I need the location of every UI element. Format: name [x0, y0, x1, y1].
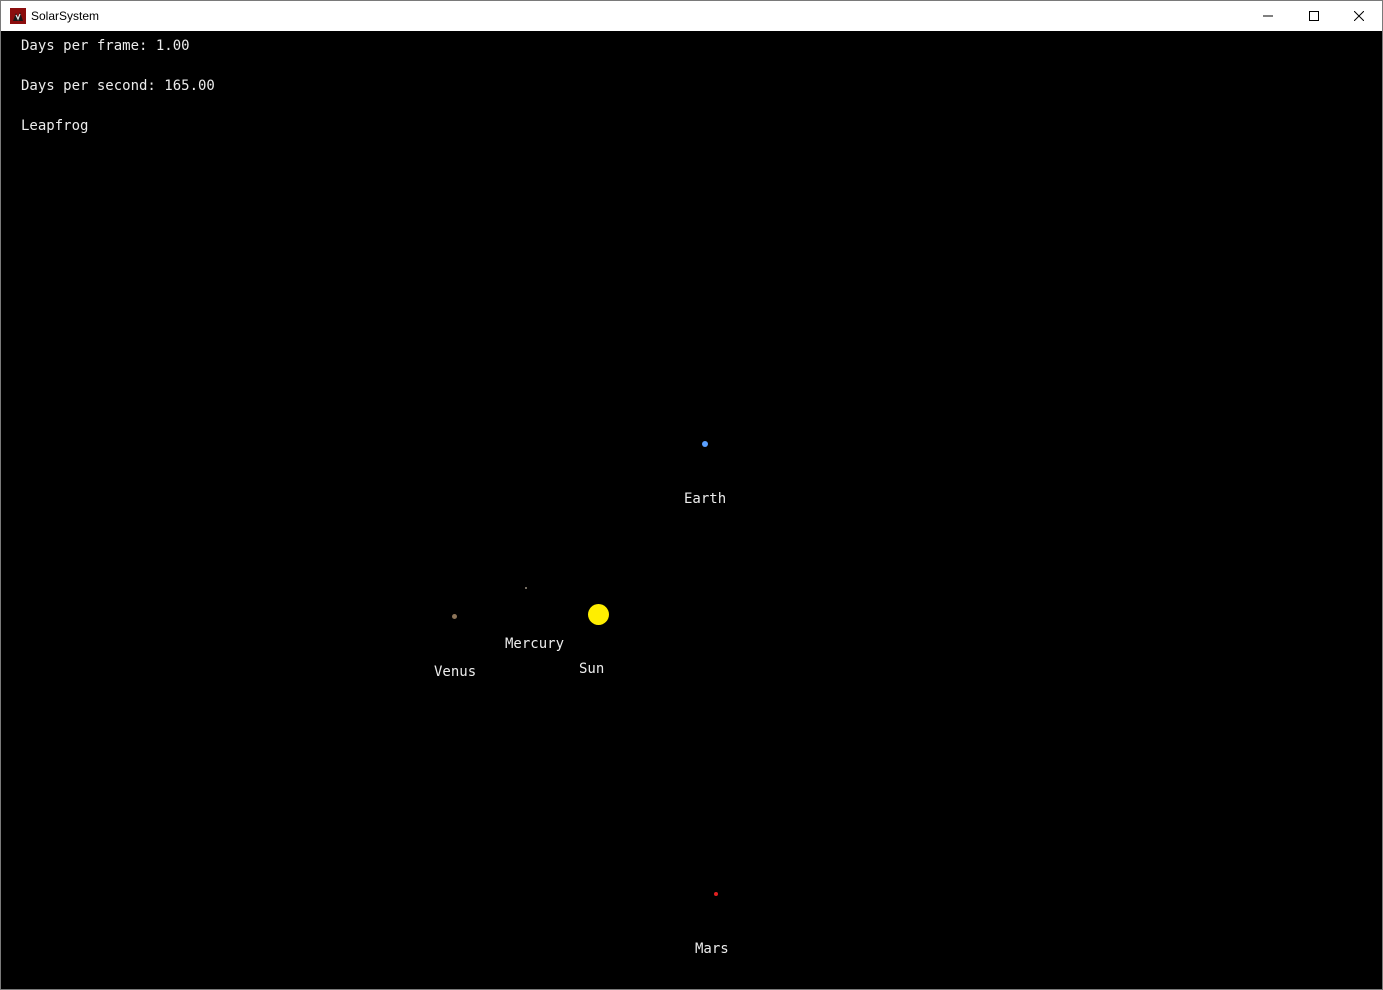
- title-bar[interactable]: SolarSystem: [1, 1, 1382, 31]
- mercury-dot: [525, 587, 527, 589]
- integrator-name: Leapfrog: [21, 118, 89, 134]
- mars-label: Mars: [695, 941, 729, 957]
- minimize-icon: [1263, 15, 1273, 17]
- venus-dot: [452, 614, 457, 619]
- maximize-icon: [1309, 11, 1319, 21]
- app-icon: [10, 8, 26, 24]
- simulation-canvas[interactable]: Days per frame: 1.00 Days per second: 16…: [1, 31, 1382, 989]
- minimize-button[interactable]: [1245, 1, 1291, 31]
- app-window: SolarSystem Days per frame: 1.00 Days pe…: [0, 0, 1383, 990]
- earth-dot: [702, 441, 708, 447]
- mercury-label: Mercury: [505, 636, 565, 652]
- close-icon: [1354, 11, 1364, 21]
- days-per-second-readout: Days per second: 165.00: [21, 78, 215, 94]
- sun-dot: [588, 604, 609, 625]
- venus-label: Venus: [434, 664, 477, 680]
- earth-label: Earth: [684, 491, 727, 507]
- mars-dot: [714, 892, 718, 896]
- window-title: SolarSystem: [31, 9, 100, 23]
- close-button[interactable]: [1336, 1, 1382, 31]
- sun-label: Sun: [579, 661, 605, 677]
- days-per-frame-readout: Days per frame: 1.00: [21, 38, 190, 54]
- maximize-button[interactable]: [1291, 1, 1337, 31]
